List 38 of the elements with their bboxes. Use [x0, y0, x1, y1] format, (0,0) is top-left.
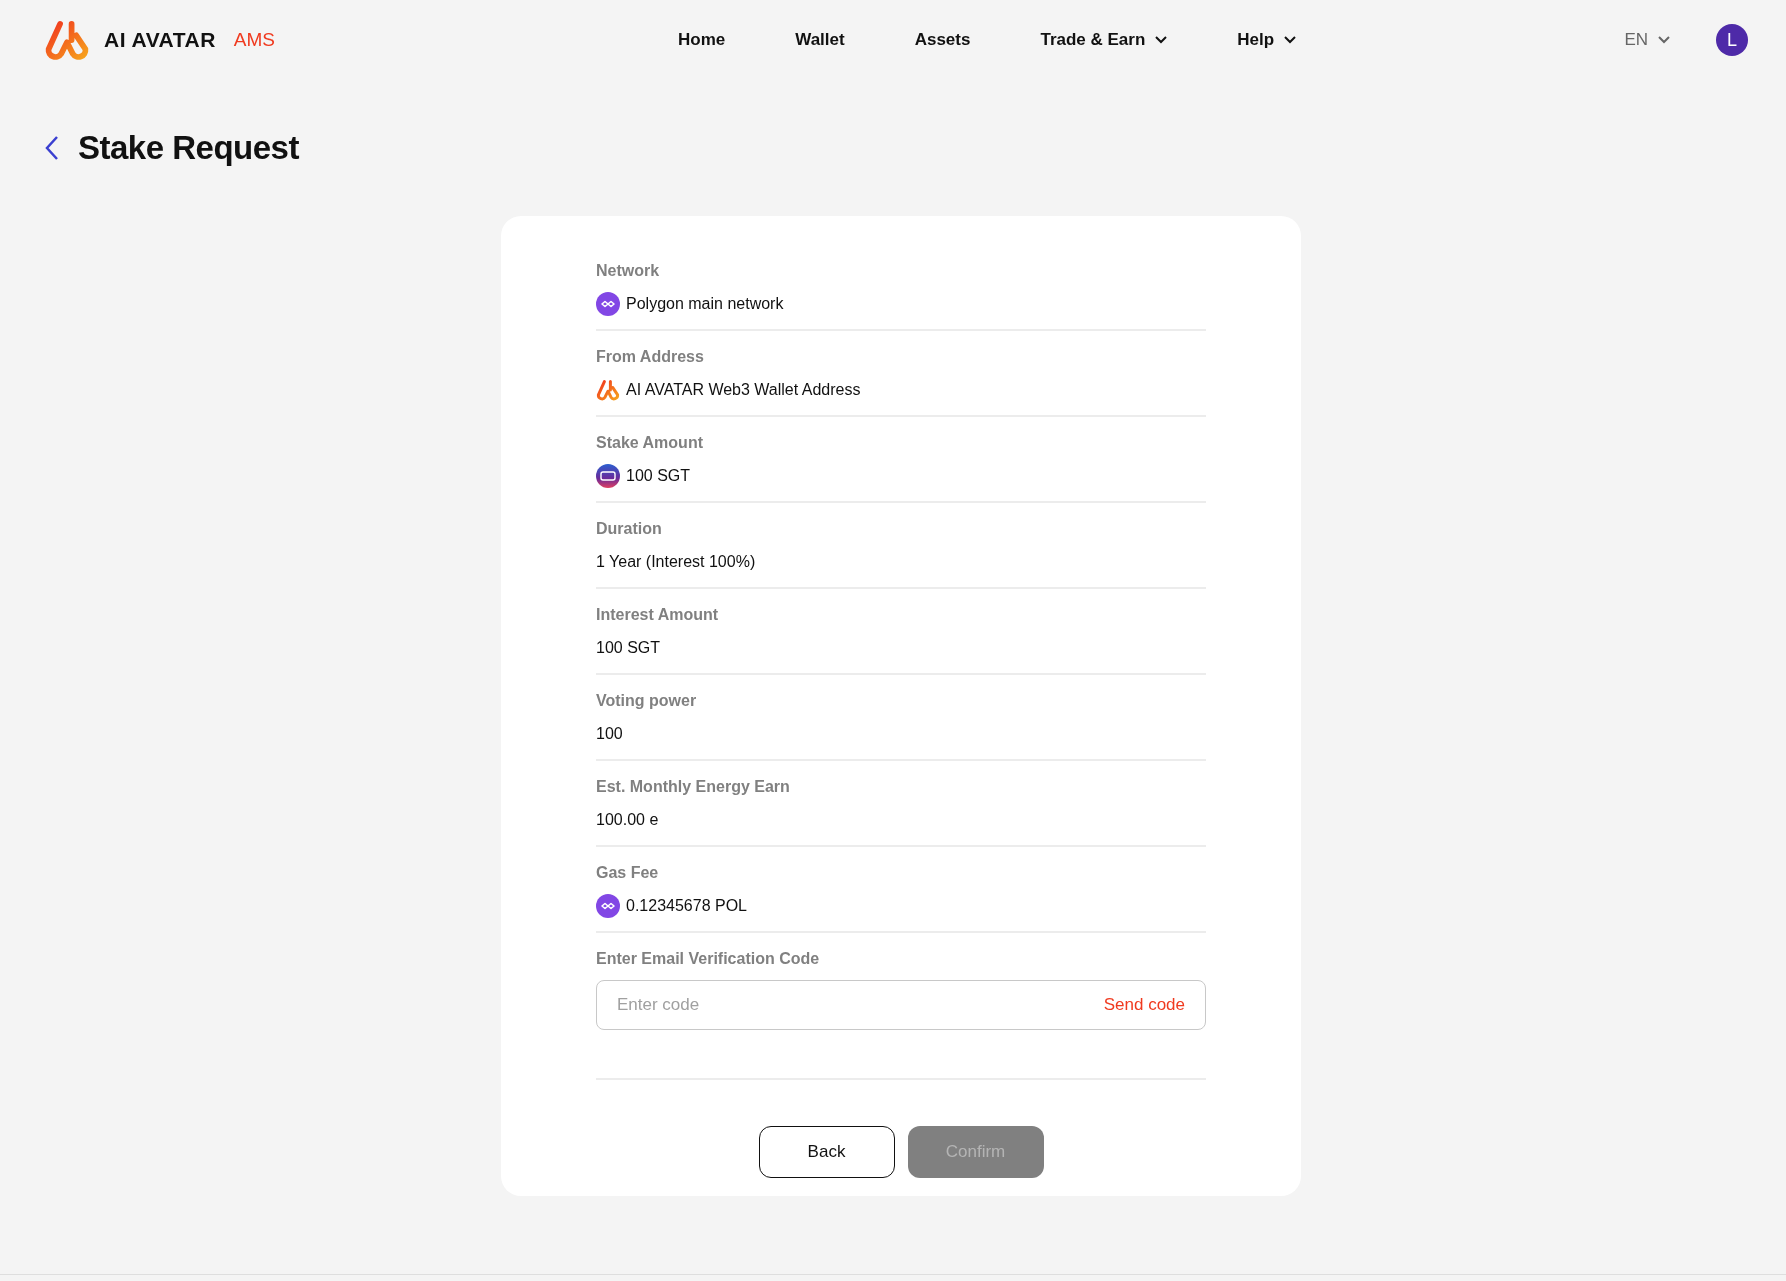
chain-link-icon: [596, 894, 620, 918]
field-value: 100.00 e: [596, 811, 659, 829]
field-label: Voting power: [596, 692, 698, 710]
brand-name: AI AVATAR: [104, 28, 216, 52]
chevron-down-icon: [1284, 36, 1297, 44]
user-avatar[interactable]: L: [1716, 24, 1748, 56]
field-label: From Address: [596, 348, 705, 366]
field-value: 0.12345678 POL: [626, 897, 747, 915]
send-code-link[interactable]: Send code: [1103, 995, 1185, 1015]
logo-icon: [596, 378, 620, 402]
nav-link[interactable]: Wallet: [795, 30, 845, 50]
back-button[interactable]: Back: [758, 1126, 895, 1178]
brand-tag: AMS: [233, 29, 275, 51]
field-label: Network: [596, 262, 661, 280]
code-input-field[interactable]: Enter code Send code: [596, 980, 1206, 1030]
field-label: Enter Email Verification Code: [596, 950, 821, 968]
back-icon[interactable]: [44, 134, 60, 162]
field-value: 100 SGT: [596, 639, 661, 657]
field-value: AI AVATAR Web3 Wallet Address: [626, 381, 861, 399]
chevron-down-icon: [1155, 36, 1168, 44]
field-value: 1 Year (Interest 100%): [596, 553, 756, 571]
field-label: Gas Fee: [596, 864, 660, 882]
chain-link-icon: [596, 292, 620, 316]
field-value: Polygon main network: [626, 295, 784, 313]
nav-link[interactable]: Help: [1237, 30, 1297, 50]
nav-link[interactable]: Trade & Earn: [1040, 30, 1168, 50]
field-value: 100: [596, 725, 623, 743]
language-select[interactable]: EN: [1624, 30, 1670, 50]
field-label: Stake Amount: [596, 434, 704, 452]
field-label: Interest Amount: [596, 606, 720, 624]
page-title: Stake Request: [78, 129, 299, 167]
nav-link[interactable]: Assets: [914, 30, 971, 50]
token-icon: [596, 464, 620, 488]
field-value: 100 SGT: [626, 467, 691, 485]
chevron-down-icon: [1658, 36, 1670, 44]
field-label: Duration: [596, 520, 663, 538]
field-label: Est. Monthly Energy Earn: [596, 778, 791, 796]
nav-link[interactable]: Home: [678, 30, 726, 50]
